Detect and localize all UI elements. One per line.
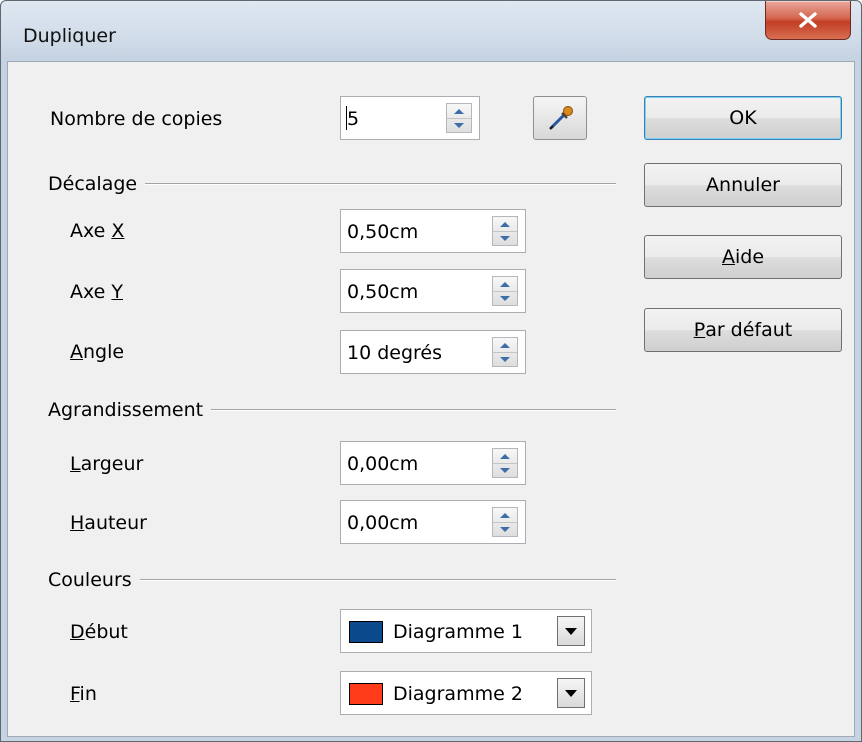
width-label-rest: argeur (80, 453, 144, 475)
height-value: 0,00cm (347, 512, 419, 534)
angle-spinbox[interactable]: 10 degrés (340, 330, 526, 374)
dialog-content: Nombre de copies 5 OK Annuler Aide Par d… (7, 61, 855, 737)
cancel-button[interactable]: Annuler (644, 163, 842, 207)
angle-value: 10 degrés (347, 342, 443, 364)
chevron-down-icon[interactable] (557, 678, 585, 708)
axis-x-label: Axe X (70, 220, 124, 242)
copies-spinbox[interactable]: 5 (340, 96, 480, 140)
end-mnemonic: F (70, 683, 80, 705)
end-label-rest: in (79, 683, 97, 705)
axis-y-prefix: Axe (70, 281, 112, 303)
spin-down-icon[interactable] (493, 522, 517, 536)
start-color-value: Diagramme 1 (393, 621, 523, 643)
help-button[interactable]: Aide (644, 235, 842, 279)
angle-mnemonic: A (70, 341, 83, 363)
height-spin-arrows[interactable] (492, 507, 518, 537)
close-button[interactable] (765, 1, 851, 40)
eyedropper-icon (549, 106, 573, 130)
spin-down-icon[interactable] (493, 352, 517, 366)
section-divider (145, 183, 616, 185)
copies-label: Nombre de copies (50, 108, 223, 130)
axis-y-spin-arrows[interactable] (492, 276, 518, 306)
height-spinbox[interactable]: 0,00cm (340, 500, 526, 544)
colors-section-title: Couleurs (48, 569, 132, 591)
colors-section-header: Couleurs (48, 568, 616, 592)
axis-x-mnemonic: X (111, 220, 125, 242)
spin-up-icon[interactable] (493, 338, 517, 353)
window-title: Dupliquer (23, 25, 116, 47)
spin-down-icon[interactable] (493, 463, 517, 477)
axis-y-label: Axe Y (70, 281, 123, 303)
default-label: ar défaut (705, 319, 793, 341)
width-spin-arrows[interactable] (492, 448, 518, 478)
start-mnemonic: D (70, 621, 85, 643)
spin-up-icon[interactable] (447, 104, 471, 119)
angle-spin-arrows[interactable] (492, 337, 518, 367)
end-color-value: Diagramme 2 (393, 683, 523, 705)
start-color-label: Début (70, 621, 128, 643)
copies-value: 5 (347, 108, 360, 130)
start-color-swatch (349, 621, 383, 643)
axis-x-spin-arrows[interactable] (492, 216, 518, 246)
axis-y-spinbox[interactable]: 0,50cm (340, 269, 526, 313)
spin-up-icon[interactable] (493, 217, 517, 232)
copies-spin-arrows[interactable] (446, 103, 472, 133)
spin-down-icon[interactable] (493, 231, 517, 245)
angle-label: Angle (70, 341, 124, 363)
enlargement-section-header: Agrandissement (48, 398, 616, 422)
spin-up-icon[interactable] (493, 277, 517, 292)
dialog-window: Dupliquer Nombre de copies 5 OK Annuler … (0, 0, 862, 742)
default-button[interactable]: Par défaut (644, 308, 842, 352)
end-color-swatch (349, 683, 383, 705)
pick-values-button[interactable] (533, 96, 587, 140)
height-label-rest: auteur (84, 512, 147, 534)
spin-up-icon[interactable] (493, 508, 517, 523)
spin-up-icon[interactable] (493, 449, 517, 464)
spin-down-icon[interactable] (447, 118, 471, 132)
angle-label-rest: ngle (83, 341, 125, 363)
help-mnemonic: A (721, 246, 735, 268)
default-mnemonic: P (693, 319, 706, 341)
height-mnemonic: H (70, 512, 85, 534)
chevron-down-icon[interactable] (557, 616, 585, 646)
end-color-label: Fin (70, 683, 97, 705)
axis-y-value: 0,50cm (347, 281, 419, 303)
axis-y-mnemonic: Y (111, 281, 123, 303)
axis-x-value: 0,50cm (347, 221, 419, 243)
width-label: Largeur (70, 453, 143, 475)
spin-down-icon[interactable] (493, 291, 517, 305)
close-icon (799, 12, 817, 28)
axis-x-prefix: Axe (70, 220, 112, 242)
start-label-rest: ébut (84, 621, 128, 643)
width-spinbox[interactable]: 0,00cm (340, 441, 526, 485)
help-label: ide (734, 246, 765, 268)
start-color-dropdown[interactable]: Diagramme 1 (340, 609, 592, 653)
section-divider (139, 579, 616, 581)
offset-section-title: Décalage (48, 173, 138, 195)
enlargement-section-title: Agrandissement (48, 399, 204, 421)
end-color-dropdown[interactable]: Diagramme 2 (340, 671, 592, 715)
ok-button[interactable]: OK (644, 96, 842, 140)
width-mnemonic: L (70, 453, 81, 475)
section-divider (211, 409, 616, 411)
height-label: Hauteur (70, 512, 147, 534)
axis-x-spinbox[interactable]: 0,50cm (340, 209, 526, 253)
width-value: 0,00cm (347, 453, 419, 475)
title-bar: Dupliquer (1, 1, 861, 61)
offset-section-header: Décalage (48, 172, 616, 196)
